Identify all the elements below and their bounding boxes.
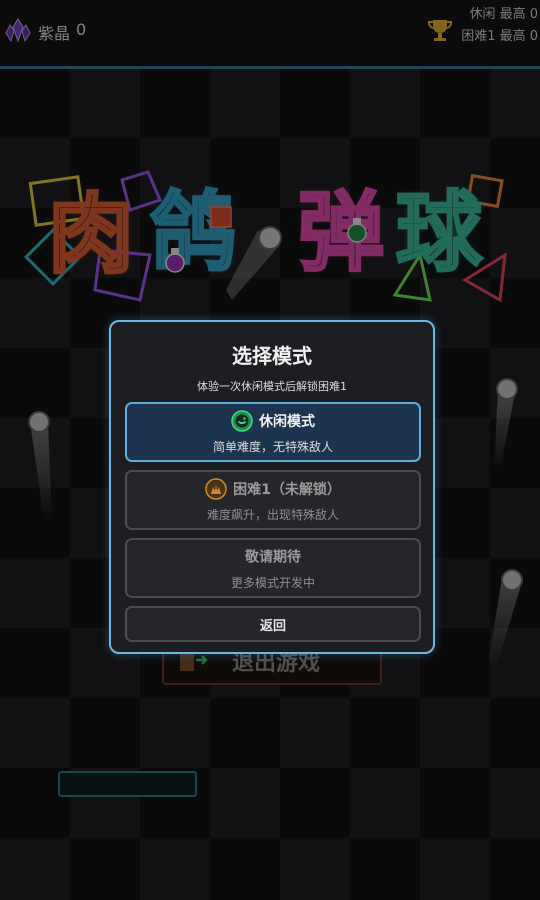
back-label: 返回 xyxy=(259,619,286,634)
mode-casual-label: 休闲模式 xyxy=(259,414,315,430)
mode-hard1-button[interactable]: 困难1（未解锁） 难度飙升，出现特殊敌人 xyxy=(125,470,421,530)
dialog-subtitle: 体验一次休闲模式后解锁困难1 xyxy=(197,380,347,393)
back-button[interactable]: 返回 xyxy=(125,606,421,642)
mode-casual-button[interactable]: 休闲模式 简单难度，无特殊敌人 xyxy=(125,402,421,462)
mode-hard1-desc: 难度飙升，出现特殊敌人 xyxy=(206,508,339,522)
mode-coming-soon-label: 敬请期待 xyxy=(245,549,301,566)
fire-icon xyxy=(205,478,227,500)
mode-coming-soon-desc: 更多模式开发中 xyxy=(230,576,315,590)
smile-icon xyxy=(231,410,253,432)
mode-casual-desc: 简单难度，无特殊敌人 xyxy=(212,440,333,454)
mode-coming-soon-button[interactable]: 敬请期待 更多模式开发中 xyxy=(125,538,421,598)
mode-select-dialog: 选择模式 体验一次休闲模式后解锁困难1 休闲模式 简单难度，无特殊敌人 困难1（… xyxy=(109,320,435,654)
mode-hard1-label: 困难1（未解锁） xyxy=(233,482,341,498)
dialog-title: 选择模式 xyxy=(232,344,312,368)
